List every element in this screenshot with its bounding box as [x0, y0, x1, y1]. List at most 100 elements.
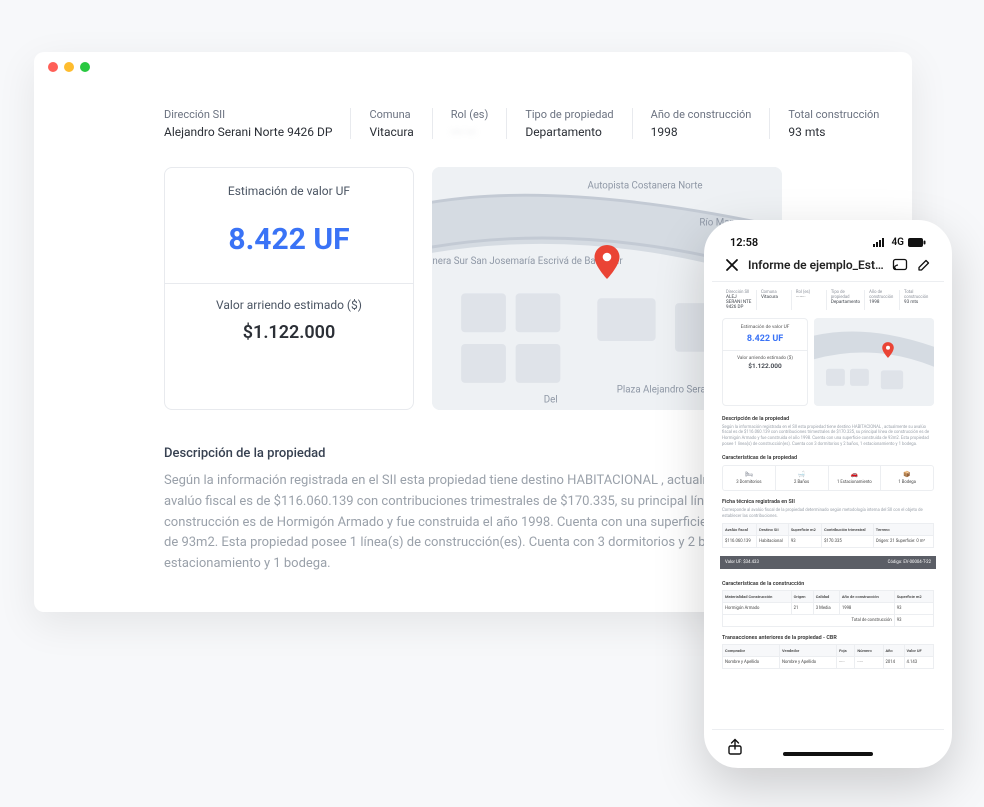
info-comuna: Comuna Vitacura: [351, 108, 432, 139]
th: Año de construcción: [839, 590, 894, 602]
uf-value: 8.422 UF: [165, 208, 413, 283]
mini-rent-value: $1.122.000: [723, 362, 807, 376]
mini-label: Tipo de propiedad: [831, 290, 860, 300]
mini-uf-label: Estimación de valor UF: [723, 319, 807, 332]
valuation-card: Estimación de valor UF 8.422 UF Valor ar…: [164, 167, 414, 410]
char-parking: 🚗1 Estacionamiento: [829, 466, 882, 490]
document-body[interactable]: Dirección SIIALEJ SERANI NTE 9426 DP Com…: [712, 282, 944, 729]
info-label: Dirección SII: [164, 108, 332, 121]
document-header: Informe de ejemplo_Estimac…: [712, 251, 944, 282]
property-info-row: Dirección SII Alejandro Serani Norte 942…: [164, 108, 782, 139]
document-title: Informe de ejemplo_Estimac…: [748, 258, 884, 272]
mini-value: ALEJ SERANI NTE 9426 DP: [726, 295, 752, 310]
close-icon[interactable]: [724, 257, 740, 273]
char-dorms: 🛏3 Dormitorios: [723, 466, 776, 490]
mini-fichas-heading: Ficha técnica registrada en SII: [722, 499, 934, 505]
bath-icon: 🛁: [778, 471, 826, 478]
network-label: 4G: [891, 237, 904, 248]
mini-chars-row: 🛏3 Dormitorios 🛁2 Baños 🚗1 Estacionamien…: [722, 465, 934, 491]
info-label: Tipo de propiedad: [525, 108, 613, 121]
mini-value: 1998: [869, 300, 895, 305]
mini-panels: Estimación de valor UF 8.422 UF Valor ar…: [722, 318, 934, 406]
statusbar-right: 4G: [873, 237, 926, 248]
mini-desc-text: Según la información registrada en el SI…: [722, 425, 934, 448]
bar-uf: Valor UF: $34.433: [725, 560, 759, 565]
th: Valor UF: [904, 644, 933, 656]
info-value: Departamento: [525, 125, 613, 139]
info-value: Alejandro Serani Norte 9426 DP: [164, 125, 332, 139]
window-chrome: [34, 52, 912, 78]
th: Contribución trimestral: [822, 523, 874, 535]
traffic-zoom[interactable]: [80, 62, 90, 72]
th: Terreno: [873, 523, 933, 535]
edit-icon[interactable]: [916, 257, 932, 273]
th: Superficie m2: [788, 523, 821, 535]
value-code-bar: Valor UF: $34.433 Código: EV-00004-T-22: [720, 556, 936, 569]
info-rol: Rol (es) ···· ···: [433, 108, 508, 139]
rent-label: Valor arriendo estimado ($): [165, 284, 413, 318]
description-heading: Descripción de la propiedad: [164, 446, 782, 461]
trans-heading: Transacciones anteriores de la propiedad…: [722, 635, 934, 641]
info-value: Vitacura: [369, 125, 413, 139]
mini-desc-heading: Descripción de la propiedad: [722, 416, 934, 422]
info-anio: Año de construcción 1998: [633, 108, 771, 139]
constr-table: Materialidad Construcción Origen Calidad…: [722, 590, 934, 627]
th: Comprador: [723, 644, 780, 656]
mini-fichas-sub: Corresponde al avalúo fiscal de la propi…: [722, 508, 934, 519]
th: Calidad: [813, 590, 839, 602]
map-road-costanera: Autopista Costanera Norte: [588, 180, 703, 191]
table-row: Hormigón Armado 21 3 Media 1998 93: [723, 602, 934, 614]
th: Vendedor: [780, 644, 837, 656]
info-tipo: Tipo de propiedad Departamento: [507, 108, 632, 139]
mini-value: Vitacura: [761, 295, 787, 300]
info-value: 1998: [651, 125, 752, 139]
traffic-minimize[interactable]: [64, 62, 74, 72]
th: Año: [883, 644, 904, 656]
th: Materialidad Construcción: [723, 590, 792, 602]
share-icon[interactable]: [726, 738, 744, 756]
table-row: Total de construcción 93: [723, 614, 934, 626]
mini-valuation-card: Estimación de valor UF 8.422 UF Valor ar…: [722, 318, 808, 406]
mini-value: ····-···: [796, 295, 822, 300]
info-label: Total construcción: [788, 108, 879, 121]
info-label: Comuna: [369, 108, 413, 121]
th: Superficie m2: [894, 590, 933, 602]
box-icon: 📦: [883, 471, 931, 478]
mini-uf-value: 8.422 UF: [723, 332, 807, 350]
mini-info-row: Dirección SIIALEJ SERANI NTE 9426 DP Com…: [722, 290, 934, 310]
th: Destino SII: [757, 523, 789, 535]
th: Número: [855, 644, 883, 656]
bed-icon: 🛏: [725, 471, 773, 478]
mini-rent-label: Valor arriendo estimado ($): [723, 351, 807, 362]
info-total: Total construcción 93 mts: [770, 108, 897, 139]
battery-icon: [908, 238, 926, 247]
table-row: Nombre y Apellido Nombre y Apellido ····…: [723, 656, 934, 668]
fichas-table: Avalúo fiscal Destino SII Superficie m2 …: [722, 523, 934, 548]
char-bodega: 📦1 Bodega: [881, 466, 933, 490]
phone-screen: 12:58 4G Informe de ejemplo_Estimac… Dir…: [712, 228, 944, 760]
traffic-close[interactable]: [48, 62, 58, 72]
statusbar-time: 12:58: [730, 236, 758, 249]
cast-icon[interactable]: [892, 257, 908, 273]
info-direccion: Dirección SII Alejandro Serani Norte 942…: [164, 108, 351, 139]
th: Avalúo fiscal: [723, 523, 757, 535]
main-panels: Estimación de valor UF 8.422 UF Valor ar…: [164, 167, 782, 410]
home-indicator[interactable]: [783, 752, 873, 756]
th: Foja: [837, 644, 855, 656]
map-plaza: Plaza Alejandro Serani: [617, 385, 714, 396]
mini-value: 93 mts: [904, 300, 930, 305]
map-pin-icon: [594, 245, 620, 279]
mini-label: Total construcción: [904, 290, 930, 300]
constr-heading: Características de la construcción: [722, 581, 934, 587]
phone-notch: [778, 228, 878, 246]
mini-map-pin-icon: [882, 342, 894, 360]
trans-table: Comprador Vendedor Foja Número Año Valor…: [722, 644, 934, 669]
mini-map: [814, 318, 934, 406]
uf-label: Estimación de valor UF: [165, 168, 413, 208]
table-row: $116.060.139 Habitacional 93 $170.335 Or…: [723, 535, 934, 547]
char-baths: 🛁2 Baños: [776, 466, 829, 490]
mini-value: Departamento: [831, 300, 860, 305]
description-body: Según la información registrada en el SI…: [164, 471, 782, 575]
info-label: Rol (es): [451, 108, 489, 121]
map-del: Del: [544, 394, 558, 405]
